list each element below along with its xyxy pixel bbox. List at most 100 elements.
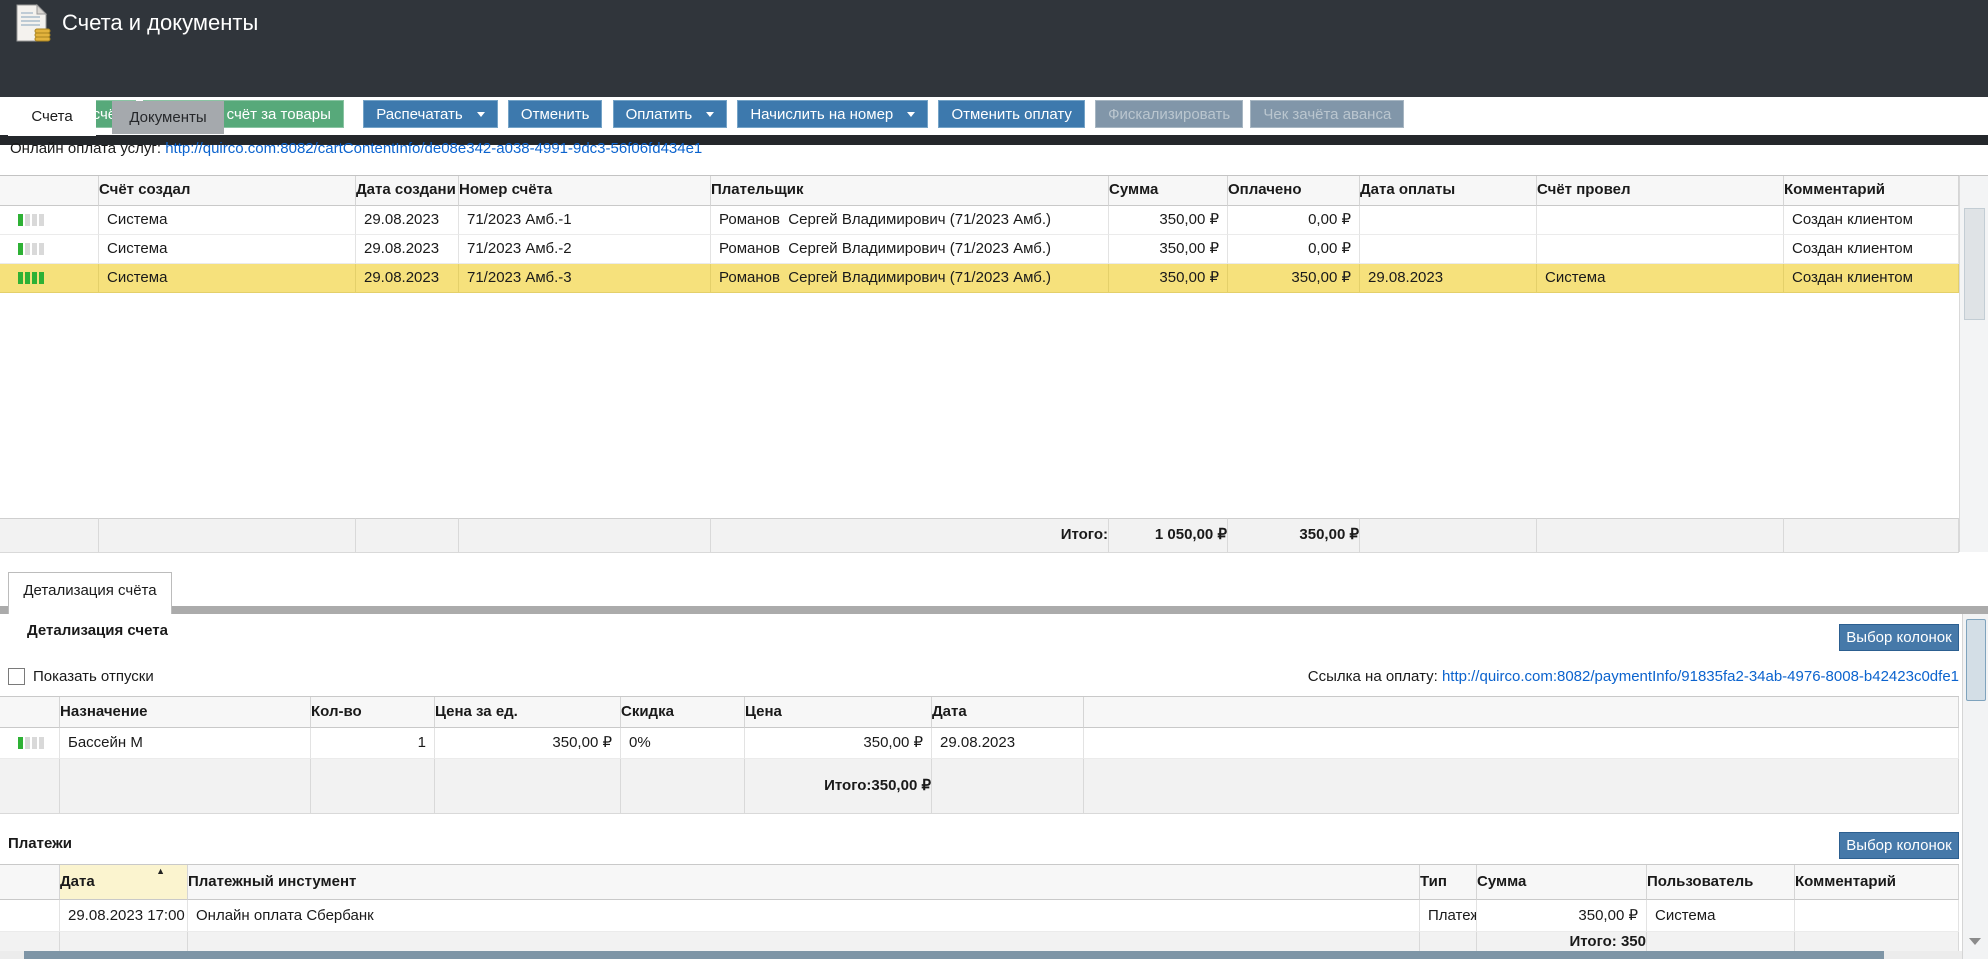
status-bars-icon <box>8 728 44 758</box>
payer-cell: Романов Сергей Владимирович (71/2023 Амб… <box>711 206 1109 235</box>
column-header-number[interactable]: Номер счёта <box>459 176 711 206</box>
panel-splitter[interactable] <box>0 606 1988 614</box>
column-header-instrument[interactable]: Платежный инстумент <box>188 865 1420 900</box>
scrollbar-thumb[interactable] <box>1964 208 1985 320</box>
column-header-date-created[interactable]: Дата создани <box>356 176 459 206</box>
column-header-date-sorted[interactable]: Дата▲ <box>60 865 188 900</box>
column-header-label: Дата <box>60 873 95 890</box>
detail-column-chooser-button[interactable]: Выбор колонок <box>1839 624 1959 651</box>
created-by-cell: Система <box>99 206 356 235</box>
status-cell <box>0 206 99 235</box>
comment-cell: Создан клиентом <box>1784 264 1959 293</box>
charge-to-number-button[interactable]: Начислить на номер <box>737 100 928 128</box>
print-button[interactable]: Распечатать <box>363 100 498 128</box>
column-header-created-by[interactable]: Счёт создал <box>99 176 356 206</box>
date-cell: 29.08.2023 17:00 <box>60 900 188 932</box>
tab-documents[interactable]: Документы <box>112 101 224 134</box>
show-vacations-checkbox[interactable] <box>8 668 25 685</box>
column-header-qty[interactable]: Кол-во <box>311 697 435 728</box>
button-label: Фискализировать <box>1108 106 1230 123</box>
tab-invoice-details[interactable]: Детализация счёта <box>8 572 172 614</box>
cart-content-link[interactable]: http://quirco.com:8082/cartContentInfo/d… <box>165 140 702 157</box>
scrollbar-thumb[interactable] <box>1966 619 1986 701</box>
column-header-discount[interactable]: Скидка <box>621 697 745 728</box>
payment-info-link[interactable]: http://quirco.com:8082/paymentInfo/91835… <box>1442 668 1959 685</box>
grid-empty-area <box>0 293 1959 518</box>
button-label: Чек зачёта аванса <box>1263 106 1391 123</box>
column-header-type[interactable]: Тип <box>1420 865 1477 900</box>
window-titlebar: Счета и документы <box>0 0 1988 48</box>
cancel-button[interactable]: Отменить <box>508 100 603 128</box>
dropdown-arrow-icon <box>706 112 714 117</box>
column-header-comment[interactable]: Комментарий <box>1784 176 1959 206</box>
column-header-empty <box>1084 697 1959 728</box>
scrollbar-thumb[interactable] <box>24 951 1884 959</box>
button-label: Оплатить <box>626 106 693 123</box>
table-row[interactable]: 29.08.2023 17:00 Онлайн оплата Сбербанк … <box>0 900 1959 932</box>
cancel-payment-button[interactable]: Отменить оплату <box>938 100 1084 128</box>
processed-by-cell <box>1537 206 1784 235</box>
payer-cell: Романов Сергей Владимирович (71/2023 Амб… <box>711 264 1109 293</box>
price-cell: 350,00 ₽ <box>745 728 932 759</box>
detail-grid-header: Назначение Кол-во Цена за ед. Скидка Цен… <box>0 697 1959 728</box>
number-cell: 71/2023 Амб.-2 <box>459 235 711 264</box>
amount-cell: 350,00 ₽ <box>1109 206 1228 235</box>
payments-grid-totals-row: Итого: 350 <box>0 932 1959 953</box>
fiscalize-button: Фискализировать <box>1095 100 1243 128</box>
column-header-paid[interactable]: Оплачено <box>1228 176 1360 206</box>
column-header-comment[interactable]: Комментарий <box>1795 865 1959 900</box>
amount-cell: 350,00 ₽ <box>1477 900 1647 932</box>
payments-column-chooser-button[interactable]: Выбор колонок <box>1839 832 1959 859</box>
created-by-cell: Система <box>99 264 356 293</box>
invoices-and-documents-window: Счета и документы Счета Документы Добави… <box>0 0 1988 959</box>
column-header-user[interactable]: Пользователь <box>1647 865 1795 900</box>
horizontal-scrollbar <box>0 951 1962 959</box>
table-row[interactable]: Бассейн М 1 350,00 ₽ 0% 350,00 ₽ 29.08.2… <box>0 728 1959 759</box>
online-payment-label: Онлайн оплата услуг: <box>10 140 165 157</box>
invoices-grid: Счёт создал Дата создани Номер счёта Пла… <box>0 175 1959 553</box>
invoices-toolbar: Добавить счёт Добавить счёт за товары Ра… <box>0 97 1988 135</box>
show-vacations-label: Показать отпуски <box>33 667 154 687</box>
date-created-cell: 29.08.2023 <box>356 235 459 264</box>
pay-button[interactable]: Оплатить <box>613 100 728 128</box>
table-row-selected[interactable]: Система 29.08.2023 71/2023 Амб.-3 Романо… <box>0 264 1959 293</box>
column-header-pay-date[interactable]: Дата оплаты <box>1360 176 1537 206</box>
column-header-payer[interactable]: Плательщик <box>711 176 1109 206</box>
empty-cell <box>1084 728 1959 759</box>
column-header-status[interactable] <box>0 865 60 900</box>
column-header-processed-by[interactable]: Счёт провел <box>1537 176 1784 206</box>
number-cell: 71/2023 Амб.-3 <box>459 264 711 293</box>
totals-paid: 350,00 ₽ <box>1228 518 1360 553</box>
payments-totals-label: Итого: 350 <box>1477 932 1647 953</box>
column-header-status[interactable] <box>0 176 99 206</box>
table-row[interactable]: Система 29.08.2023 71/2023 Амб.-1 Романо… <box>0 206 1959 235</box>
paid-cell: 0,00 ₽ <box>1228 206 1360 235</box>
instrument-cell: Онлайн оплата Сбербанк <box>188 900 1420 932</box>
column-header-unit-price[interactable]: Цена за ед. <box>435 697 621 728</box>
column-header-date[interactable]: Дата <box>932 697 1084 728</box>
column-header-status[interactable] <box>0 697 60 728</box>
detail-totals-label: Итого:350,00 ₽ <box>745 759 932 814</box>
comment-cell: Создан клиентом <box>1784 206 1959 235</box>
amount-cell: 350,00 ₽ <box>1109 264 1228 293</box>
advance-offset-check-button: Чек зачёта аванса <box>1250 100 1404 128</box>
button-label: Распечатать <box>376 106 463 123</box>
type-cell: Платеж <box>1420 900 1477 932</box>
processed-by-cell <box>1537 235 1784 264</box>
status-cell <box>0 900 60 932</box>
payment-link-line: Ссылка на оплату: http://quirco.com:8082… <box>1308 667 1959 687</box>
payer-cell: Романов Сергей Владимирович (71/2023 Амб… <box>711 235 1109 264</box>
detail-grid: Назначение Кол-во Цена за ед. Скидка Цен… <box>0 696 1959 814</box>
column-header-amount[interactable]: Сумма <box>1477 865 1647 900</box>
tab-invoices[interactable]: Счета <box>8 98 96 136</box>
column-header-price[interactable]: Цена <box>745 697 932 728</box>
table-row[interactable]: Система 29.08.2023 71/2023 Амб.-2 Романо… <box>0 235 1959 264</box>
date-created-cell: 29.08.2023 <box>356 264 459 293</box>
unit-price-cell: 350,00 ₽ <box>435 728 621 759</box>
detail-section-title: Детализация счета <box>27 622 168 639</box>
totals-label: Итого: <box>711 518 1109 553</box>
column-header-purpose[interactable]: Назначение <box>60 697 311 728</box>
online-payment-line: Онлайн оплата услуг: http://quirco.com:8… <box>10 138 702 160</box>
column-header-amount[interactable]: Сумма <box>1109 176 1228 206</box>
scroll-down-arrow-icon[interactable] <box>1969 938 1981 945</box>
